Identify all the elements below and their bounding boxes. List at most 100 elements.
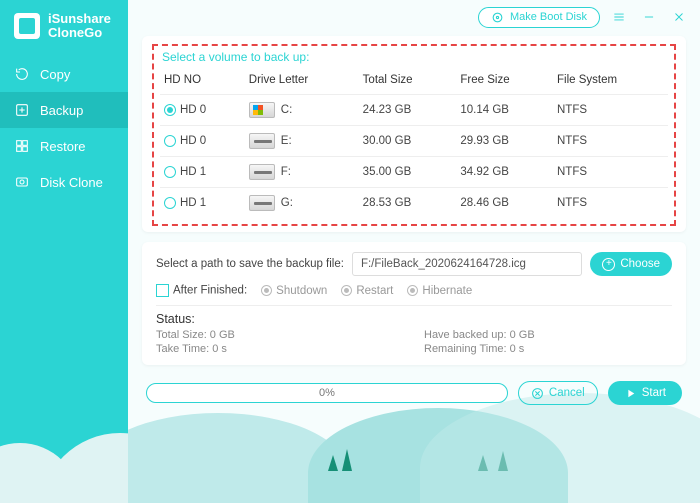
col-total: Total Size	[359, 68, 457, 95]
backup-path-input[interactable]	[352, 252, 582, 276]
cancel-button[interactable]: Cancel	[518, 381, 598, 405]
status-backed: Have backed up: 0 GB	[424, 329, 672, 341]
status-title: Status:	[156, 312, 672, 326]
opt-restart[interactable]: Restart	[341, 285, 393, 297]
opt-hibernate[interactable]: Hibernate	[407, 285, 472, 297]
play-icon	[624, 387, 637, 400]
drive-icon	[249, 164, 275, 180]
opt-hibernate-label: Hibernate	[422, 285, 472, 297]
app-title: iSunshare CloneGo	[48, 12, 111, 40]
volume-row[interactable]: HD 1 F: 35.00 GB34.92 GBNTFS	[160, 157, 668, 188]
volume-row[interactable]: HD 1G:28.53 GB28.46 GBNTFS	[160, 188, 668, 219]
nav-disk-clone-label: Disk Clone	[40, 175, 103, 190]
volume-row[interactable]: HD 0E:30.00 GB29.93 GBNTFS	[160, 126, 668, 157]
nav-restore-label: Restore	[40, 139, 86, 154]
volume-hdno: HD 1	[180, 197, 206, 209]
volume-hdno: HD 0	[180, 135, 206, 147]
volume-radio[interactable]	[164, 135, 176, 147]
status-take: Take Time: 0 s	[156, 343, 404, 355]
volume-fs: NTFS	[553, 95, 668, 126]
col-letter: Drive Letter	[245, 68, 359, 95]
volume-fs: NTFS	[553, 157, 668, 188]
volume-radio[interactable]	[164, 197, 176, 209]
volumes-highlight: Select a volume to back up: HD NO Drive …	[152, 44, 676, 226]
title-bar: Make Boot Disk	[128, 0, 700, 34]
volumes-panel: Select a volume to back up: HD NO Drive …	[142, 36, 686, 232]
path-label: Select a path to save the backup file:	[156, 258, 344, 270]
logo-icon	[14, 13, 40, 39]
drive-icon	[249, 133, 275, 149]
opt-restart-label: Restart	[356, 285, 393, 297]
nav-restore[interactable]: Restore	[0, 128, 128, 164]
app-window: iSunshare CloneGo Copy Backup	[0, 0, 700, 503]
volume-free: 34.92 GB	[456, 157, 553, 188]
volume-radio[interactable]	[164, 166, 176, 178]
volume-radio[interactable]	[164, 104, 176, 116]
radio-icon	[407, 285, 418, 296]
col-hdno: HD NO	[160, 68, 245, 95]
copy-icon	[14, 66, 30, 82]
volume-letter: E:	[281, 135, 292, 147]
make-boot-disk-label: Make Boot Disk	[510, 11, 587, 23]
volume-letter: C:	[281, 104, 293, 116]
nav-copy-label: Copy	[40, 67, 70, 82]
after-finished-row: After Finished: Shutdown Restart Hiberna…	[156, 284, 672, 297]
volume-free: 28.46 GB	[456, 188, 553, 219]
cancel-icon	[531, 387, 544, 400]
restore-icon	[14, 138, 30, 154]
backup-icon	[14, 102, 30, 118]
status-block: Status: Total Size: 0 GB Have backed up:…	[156, 305, 672, 355]
volume-fs: NTFS	[553, 188, 668, 219]
start-button[interactable]: Start	[608, 381, 682, 405]
drive-icon	[249, 102, 275, 118]
nav: Copy Backup Restore Disk Clone	[0, 56, 128, 200]
volume-hdno: HD 0	[180, 104, 206, 116]
sidebar: iSunshare CloneGo Copy Backup	[0, 0, 128, 503]
app-title-line2: CloneGo	[48, 26, 111, 40]
make-boot-disk-button[interactable]: Make Boot Disk	[478, 7, 600, 28]
start-label: Start	[642, 387, 666, 399]
app-logo: iSunshare CloneGo	[0, 0, 128, 50]
after-finished-checkbox[interactable]: After Finished:	[156, 284, 247, 297]
volume-row[interactable]: HD 0 C: 24.23 GB10.14 GBNTFS	[160, 95, 668, 126]
settings-button[interactable]	[608, 6, 630, 28]
progress-label: 0%	[319, 387, 335, 399]
drive-icon	[249, 195, 275, 211]
sidebar-decoration	[0, 383, 128, 503]
volume-total: 30.00 GB	[359, 126, 457, 157]
volume-free: 10.14 GB	[456, 95, 553, 126]
close-button[interactable]	[668, 6, 690, 28]
path-row: Select a path to save the backup file: +…	[156, 252, 672, 276]
cancel-label: Cancel	[549, 387, 585, 399]
options-panel: Select a path to save the backup file: +…	[142, 242, 686, 365]
progress-bar: 0%	[146, 383, 508, 403]
volume-fs: NTFS	[553, 126, 668, 157]
nav-copy[interactable]: Copy	[0, 56, 128, 92]
disc-icon	[491, 11, 504, 24]
nav-backup[interactable]: Backup	[0, 92, 128, 128]
opt-shutdown-label: Shutdown	[276, 285, 327, 297]
volumes-table: HD NO Drive Letter Total Size Free Size …	[160, 68, 668, 218]
plus-icon: +	[602, 258, 615, 271]
col-free: Free Size	[456, 68, 553, 95]
status-remaining: Remaining Time: 0 s	[424, 343, 672, 355]
nav-disk-clone[interactable]: Disk Clone	[0, 164, 128, 200]
minimize-button[interactable]	[638, 6, 660, 28]
radio-icon	[261, 285, 272, 296]
choose-label: Choose	[620, 258, 660, 270]
radio-icon	[341, 285, 352, 296]
app-title-line1: iSunshare	[48, 12, 111, 26]
volume-total: 35.00 GB	[359, 157, 457, 188]
nav-backup-label: Backup	[40, 103, 83, 118]
volume-total: 28.53 GB	[359, 188, 457, 219]
status-total: Total Size: 0 GB	[156, 329, 404, 341]
choose-button[interactable]: + Choose	[590, 252, 672, 276]
col-fs: File System	[553, 68, 668, 95]
volume-total: 24.23 GB	[359, 95, 457, 126]
volume-letter: F:	[281, 166, 291, 178]
after-finished-label: After Finished:	[173, 285, 247, 297]
opt-shutdown[interactable]: Shutdown	[261, 285, 327, 297]
volumes-title: Select a volume to back up:	[162, 50, 668, 64]
main-area: Make Boot Disk Select a volume to back u…	[128, 0, 700, 503]
volume-hdno: HD 1	[180, 166, 206, 178]
